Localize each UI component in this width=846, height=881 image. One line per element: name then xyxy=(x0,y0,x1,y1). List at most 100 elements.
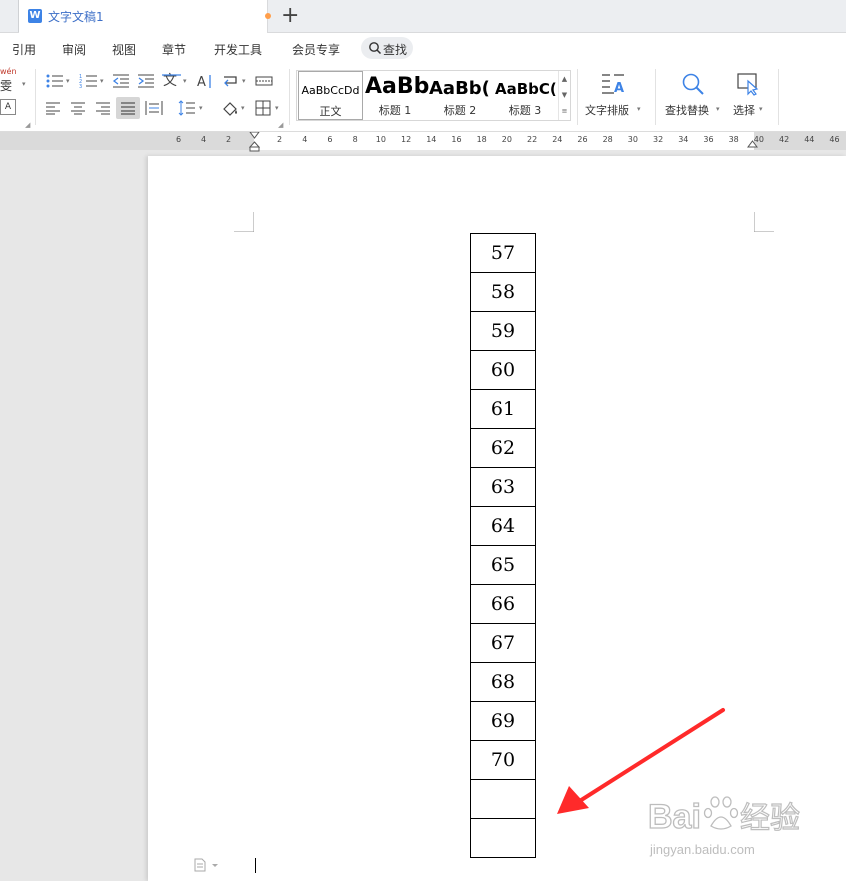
table-insert-icon[interactable] xyxy=(255,75,273,87)
number-table[interactable]: 57 58 59 60 61 62 63 64 65 66 67 68 69 70 xyxy=(470,233,536,858)
dropdown-arrow-icon[interactable]: ▾ xyxy=(759,105,763,113)
justify-icon xyxy=(121,102,135,115)
style-normal[interactable]: AaBbCcDd 正文 xyxy=(298,71,363,120)
ruler-number: 44 xyxy=(804,135,815,144)
page-layout-icon[interactable] xyxy=(194,858,222,872)
borders-icon[interactable] xyxy=(255,100,271,116)
shading-fill-icon[interactable] xyxy=(221,100,239,116)
text-direction-icon[interactable]: A xyxy=(196,73,214,89)
ruler-number: 36 xyxy=(703,135,714,144)
ruler-number: 26 xyxy=(577,135,588,144)
menu-developer-tools[interactable]: 开发工具 xyxy=(214,41,262,58)
table-cell[interactable]: 63 xyxy=(470,467,536,506)
align-right-icon[interactable] xyxy=(95,101,111,115)
dropdown-arrow-icon[interactable]: ▾ xyxy=(22,80,26,88)
table-cell[interactable]: 61 xyxy=(470,389,536,428)
find-replace-icon[interactable] xyxy=(681,72,705,96)
table-cell[interactable] xyxy=(470,818,536,858)
style-name: 标题 3 xyxy=(508,104,542,117)
margin-corner-mark xyxy=(234,212,254,232)
numbered-list-icon[interactable]: 123 xyxy=(79,73,99,89)
indent-marker-icon[interactable] xyxy=(249,132,260,152)
search-button[interactable]: 查找 xyxy=(361,37,413,59)
svg-text:A: A xyxy=(614,81,624,96)
ruler-number: 40 xyxy=(753,135,764,144)
select-label[interactable]: 选择 xyxy=(733,102,755,118)
dialog-launcher-icon[interactable]: ◢ xyxy=(278,121,283,129)
line-break-icon[interactable] xyxy=(222,73,240,89)
dropdown-arrow-icon[interactable]: ▾ xyxy=(637,105,641,113)
table-cell[interactable]: 58 xyxy=(470,272,536,311)
dropdown-arrow-icon[interactable]: ▾ xyxy=(716,105,720,113)
ruler-number: 14 xyxy=(426,135,437,144)
ruler-number: 38 xyxy=(728,135,739,144)
dropdown-arrow-icon[interactable]: ▾ xyxy=(275,104,279,112)
margin-corner-mark xyxy=(754,212,774,232)
horizontal-ruler[interactable]: 6 4 2 2 4 6 8 10 12 14 16 18 20 22 24 26 28 30 32 34 36 38… xyxy=(0,132,846,152)
gallery-more-icon[interactable]: ≡ xyxy=(559,103,570,119)
style-heading-1[interactable]: AaBb 标题 1 xyxy=(363,71,429,120)
document-page[interactable]: 57 58 59 60 61 62 63 64 65 66 67 68 69 70 Bai 经验 jing… xyxy=(148,156,846,881)
style-preview: AaBb xyxy=(365,74,429,99)
table-cell[interactable]: 69 xyxy=(470,701,536,740)
menu-bar: 引用 审阅 视图 章节 开发工具 会员专享 查找 xyxy=(0,33,846,63)
text-layout-icon[interactable]: A xyxy=(600,71,628,97)
find-replace-label[interactable]: 查找替换 xyxy=(665,102,709,118)
ruler-number: 34 xyxy=(678,135,689,144)
dropdown-arrow-icon[interactable]: ▾ xyxy=(199,104,203,112)
svg-text:A: A xyxy=(197,75,206,89)
table-cell[interactable]: 60 xyxy=(470,350,536,389)
scroll-up-icon[interactable]: ▲ xyxy=(559,71,570,87)
distributed-align-icon[interactable] xyxy=(145,100,163,116)
dropdown-arrow-icon[interactable]: ▾ xyxy=(66,77,70,85)
table-cell[interactable]: 65 xyxy=(470,545,536,584)
text-layout-label[interactable]: 文字排版 xyxy=(585,102,629,118)
menu-references[interactable]: 引用 xyxy=(12,41,36,58)
menu-view[interactable]: 视图 xyxy=(112,41,136,58)
bullet-list-icon[interactable] xyxy=(45,73,65,89)
document-tab[interactable]: W 文字文稿1 xyxy=(19,0,271,33)
char-border-icon[interactable]: A xyxy=(0,99,16,115)
decrease-indent-icon[interactable] xyxy=(112,73,130,89)
dropdown-arrow-icon[interactable]: ▾ xyxy=(241,104,245,112)
dialog-launcher-icon[interactable]: ◢ xyxy=(25,121,30,129)
table-cell[interactable]: 57 xyxy=(470,233,536,272)
unsaved-dot-icon xyxy=(265,13,271,19)
table-cell[interactable]: 66 xyxy=(470,584,536,623)
table-cell[interactable]: 67 xyxy=(470,623,536,662)
dropdown-arrow-icon[interactable]: ▾ xyxy=(242,77,246,85)
line-spacing-icon[interactable] xyxy=(178,100,196,116)
style-gallery: AaBbCcDd 正文 AaBb 标题 1 AaBb( 标题 2 AaBbC( … xyxy=(296,70,571,121)
table-cell[interactable]: 62 xyxy=(470,428,536,467)
table-cell[interactable] xyxy=(470,779,536,818)
table-cell[interactable]: 70 xyxy=(470,740,536,779)
style-heading-2[interactable]: AaBb( 标题 2 xyxy=(427,71,493,120)
scroll-down-icon[interactable]: ▼ xyxy=(559,87,570,103)
style-name: 标题 2 xyxy=(443,104,477,117)
align-center-icon[interactable] xyxy=(70,101,86,115)
menu-review[interactable]: 审阅 xyxy=(62,41,86,58)
gallery-scroll[interactable]: ▲ ▼ ≡ xyxy=(558,71,570,120)
select-icon[interactable] xyxy=(736,72,762,96)
previous-tab[interactable] xyxy=(0,0,19,32)
justify-button[interactable] xyxy=(116,97,140,119)
ruler-number: 16 xyxy=(451,135,462,144)
increase-indent-icon[interactable] xyxy=(137,73,155,89)
style-heading-3[interactable]: AaBbC( 标题 3 xyxy=(493,71,557,120)
ruler-number: 32 xyxy=(653,135,664,144)
dropdown-arrow-icon[interactable]: ▾ xyxy=(100,77,104,85)
ruler-number: 4 xyxy=(201,135,207,144)
tab-bar: W 文字文稿1 + xyxy=(0,0,846,33)
align-left-icon[interactable] xyxy=(45,101,61,115)
dropdown-arrow-icon[interactable]: ▾ xyxy=(183,77,187,85)
menu-section[interactable]: 章节 xyxy=(162,41,186,58)
pinyin-guide-button[interactable]: wén 雯 xyxy=(0,67,24,93)
new-tab-button[interactable]: + xyxy=(281,2,299,30)
menu-member-exclusive[interactable]: 会员专享 xyxy=(292,41,340,58)
table-cell[interactable]: 64 xyxy=(470,506,536,545)
style-preview: AaBb( xyxy=(429,78,490,99)
table-cell[interactable]: 68 xyxy=(470,662,536,701)
chinese-layout-icon[interactable]: 文 xyxy=(162,72,182,90)
ruler-number: 6 xyxy=(176,135,182,144)
table-cell[interactable]: 59 xyxy=(470,311,536,350)
